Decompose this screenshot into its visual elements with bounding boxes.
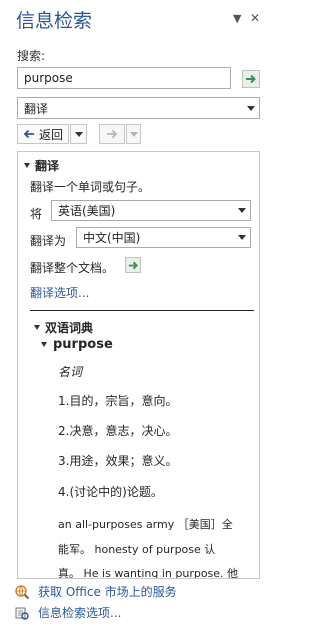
translate-section-header[interactable]: 翻译 <box>24 157 59 174</box>
translate-section-title: 翻译 <box>35 159 60 173</box>
headword: purpose <box>53 337 113 352</box>
chevron-down-icon <box>243 98 259 118</box>
results-panel[interactable]: 翻译 翻译一个单词或句子。 将 英语(美国) 翻译为 中文(中国) 翻译整个文档… <box>17 151 260 579</box>
go-arrow-icon <box>246 74 256 84</box>
office-market-link[interactable]: 获取 Office 市场上的服务 <box>14 583 177 600</box>
example-text-line: an all-purposes army ［美国］全 <box>58 518 233 531</box>
from-language-select[interactable]: 英语(美国) <box>51 200 251 221</box>
part-of-speech: 名词 <box>58 365 83 379</box>
forward-arrow-icon <box>107 129 118 139</box>
research-options-icon <box>15 607 29 620</box>
research-options-link-label: 信息检索选项... <box>38 606 122 620</box>
back-arrow-icon <box>23 129 34 139</box>
collapse-triangle-icon <box>41 342 47 347</box>
to-language-label: 翻译为 <box>30 234 67 248</box>
sense-item: 1.目的，宗旨，意向。 <box>58 394 178 408</box>
close-icon[interactable]: ✕ <box>250 11 260 25</box>
go-arrow-icon <box>128 261 138 269</box>
pane-menu-icon[interactable]: ▼ <box>233 12 241 25</box>
chevron-down-icon <box>129 131 138 137</box>
dictionary-title: 双语词典 <box>45 321 94 335</box>
to-language-value: 中文(中国) <box>83 231 141 245</box>
chevron-down-icon <box>234 201 250 220</box>
chevron-down-icon <box>74 131 83 137</box>
collapse-triangle-icon <box>24 163 30 168</box>
from-language-value: 英语(美国) <box>58 204 116 218</box>
globe-search-icon <box>15 584 30 599</box>
translation-options-link[interactable]: 翻译选项... <box>30 284 89 301</box>
service-select-value: 翻译 <box>24 101 49 116</box>
example-text-line: 真。 He is wanting in purpose. 他 <box>58 567 239 579</box>
headword-header[interactable]: purpose <box>41 337 113 352</box>
pane-title: 信息检索 <box>16 10 93 32</box>
divider <box>30 310 254 311</box>
sense-item: 4.(讨论中的)论题。 <box>58 485 163 499</box>
translate-instruction: 翻译一个单词或句子。 <box>30 180 151 194</box>
back-button[interactable]: 返回 <box>17 124 69 144</box>
forward-button[interactable] <box>99 124 125 144</box>
collapse-triangle-icon <box>34 325 40 330</box>
back-button-label: 返回 <box>39 127 64 142</box>
sense-item: 2.决意，意志，决心。 <box>58 424 178 438</box>
back-dropdown-button[interactable] <box>70 124 87 144</box>
service-select[interactable]: 翻译 <box>17 97 260 119</box>
search-label: 搜索: <box>17 49 46 63</box>
search-input[interactable] <box>17 67 231 89</box>
translate-document-button[interactable] <box>125 257 141 273</box>
research-options-link[interactable]: 信息检索选项... <box>14 604 121 621</box>
example-text-line: 能军。 honesty of purpose 认 <box>58 543 216 556</box>
chevron-down-icon <box>234 228 250 247</box>
dictionary-header[interactable]: 双语词典 <box>34 319 93 336</box>
start-search-button[interactable] <box>242 70 260 88</box>
to-language-select[interactable]: 中文(中国) <box>76 227 251 248</box>
office-market-link-label: 获取 Office 市场上的服务 <box>38 585 177 599</box>
from-language-label: 将 <box>30 207 43 221</box>
translate-document-label: 翻译整个文档。 <box>30 261 115 275</box>
forward-dropdown-button[interactable] <box>126 124 141 144</box>
sense-item: 3.用途，效果；意义。 <box>58 454 178 468</box>
